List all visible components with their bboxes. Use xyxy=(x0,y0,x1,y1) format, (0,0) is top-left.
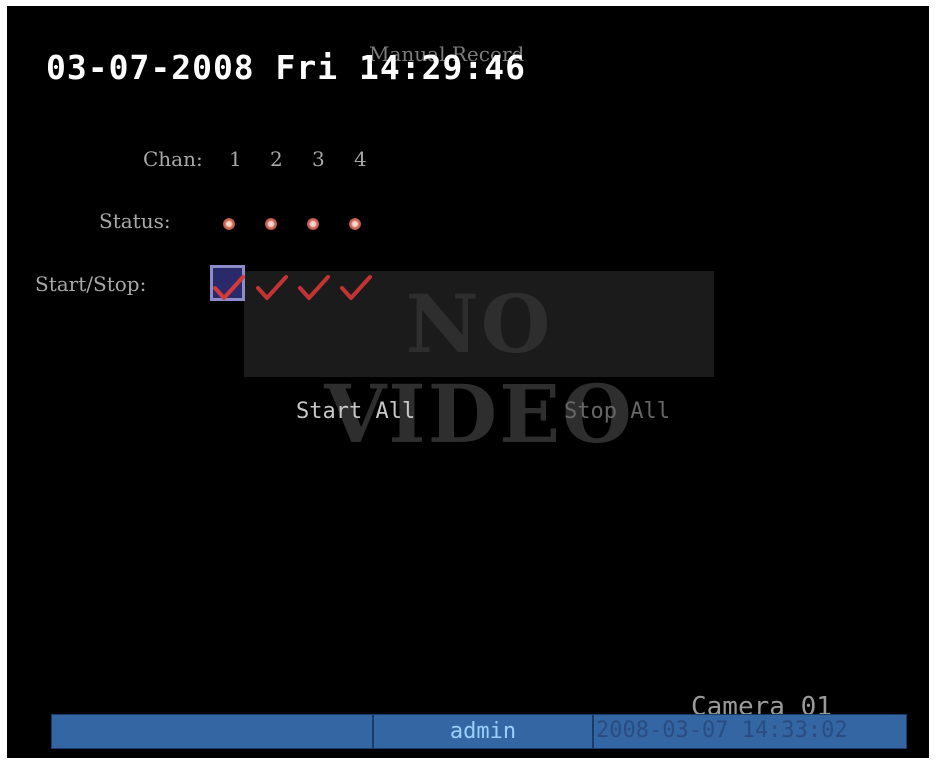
status-bar-time-segment: 2008-03-07 14:33:02 xyxy=(593,714,907,749)
not-recording-icon xyxy=(307,218,319,230)
chan-number-3: 3 xyxy=(312,147,325,171)
chan-label: Chan: xyxy=(143,147,203,171)
start-all-button[interactable]: Start All xyxy=(296,399,415,424)
not-recording-icon xyxy=(265,218,277,230)
status-bar: admin 2008-03-07 14:33:02 xyxy=(51,714,907,749)
status-label: Status: xyxy=(99,209,171,233)
check-icon xyxy=(213,275,245,300)
dvr-screen: NO VIDEO Manual Record 03-07-2008 Fri 14… xyxy=(7,6,929,758)
stop-all-button[interactable]: Stop All xyxy=(564,399,670,424)
check-icon[interactable] xyxy=(339,273,373,303)
status-bar-user-segment: admin xyxy=(373,714,593,749)
not-recording-icon xyxy=(349,218,361,230)
system-datetime: 2008-03-07 14:33:02 xyxy=(596,718,848,743)
startstop-label: Start/Stop: xyxy=(35,272,147,296)
no-video-text: NO VIDEO xyxy=(324,277,634,461)
chan-number-4: 4 xyxy=(354,147,367,171)
chan-number-1: 1 xyxy=(229,147,242,171)
current-user: admin xyxy=(449,719,517,744)
check-icon[interactable] xyxy=(255,273,289,303)
not-recording-icon xyxy=(223,218,235,230)
status-bar-segment xyxy=(51,714,373,749)
osd-datetime: 03-07-2008 Fri 14:29:46 xyxy=(46,48,526,87)
check-icon[interactable] xyxy=(297,273,331,303)
chan-number-2: 2 xyxy=(270,147,283,171)
